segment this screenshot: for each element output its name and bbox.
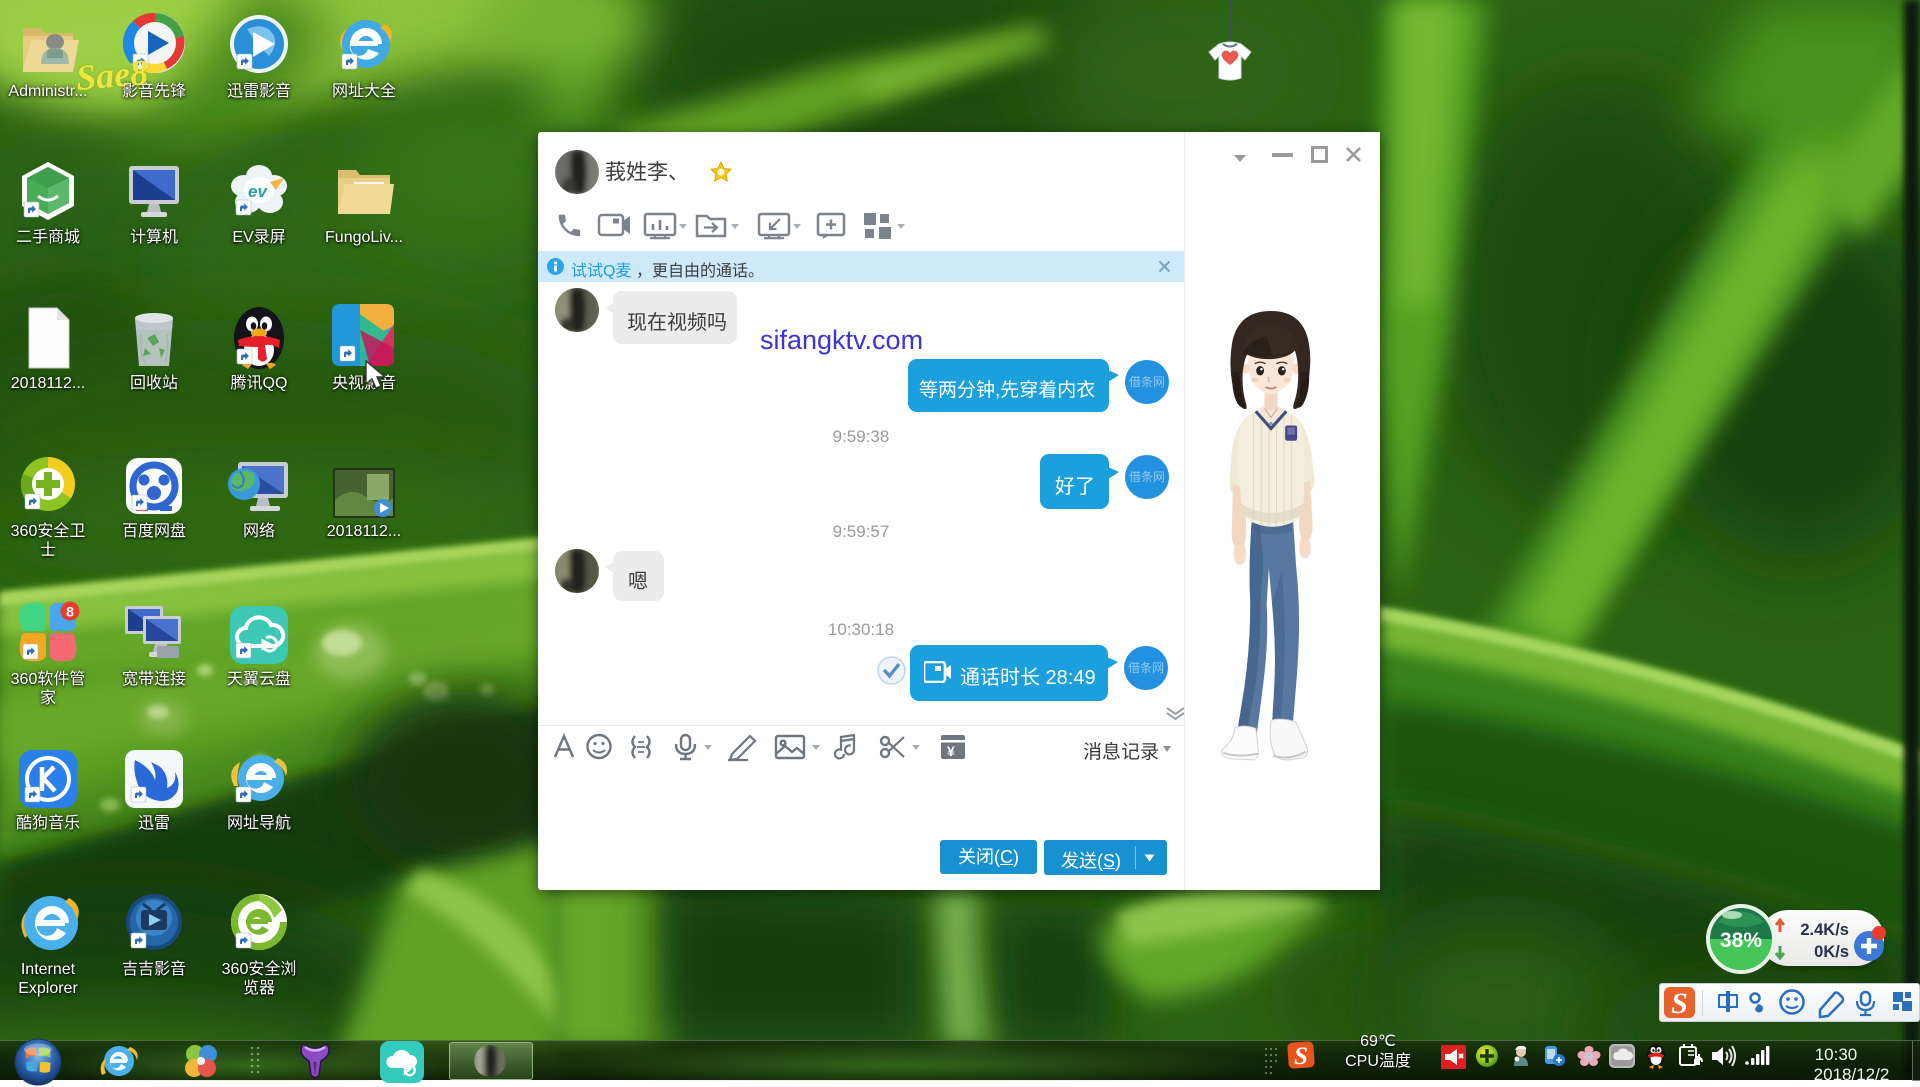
svg-text:¥: ¥	[947, 743, 955, 759]
svg-text:S: S	[1294, 1043, 1308, 1070]
svg-text:38%: 38%	[1720, 929, 1762, 952]
svg-text:S: S	[1671, 987, 1688, 1019]
svg-text:2.4K/s: 2.4K/s	[1800, 921, 1849, 939]
svg-text:ev: ev	[248, 182, 268, 201]
svg-text:8: 8	[66, 604, 74, 620]
svg-text:0K/s: 0K/s	[1814, 943, 1849, 961]
